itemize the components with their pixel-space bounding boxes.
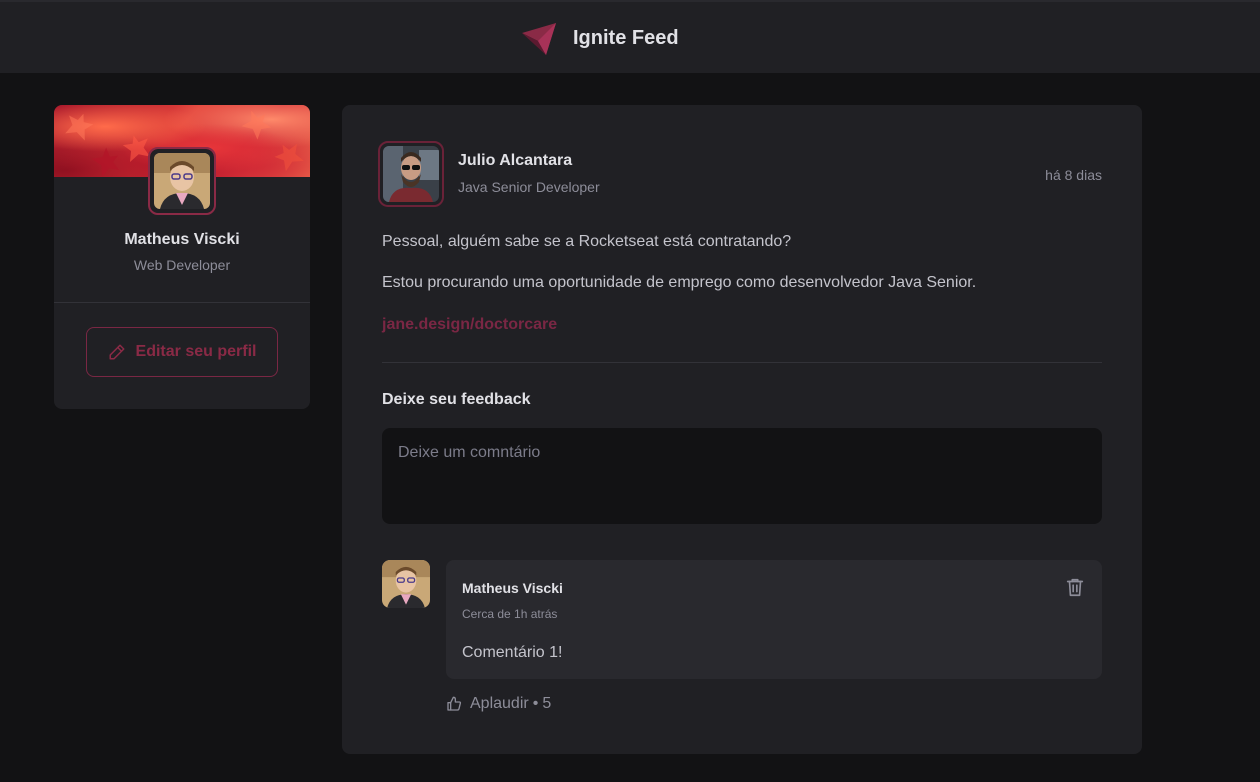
post-paragraph: Pessoal, alguém sabe se a Rocketseat est… bbox=[382, 233, 792, 250]
post-author-role: Java Senior Developer bbox=[458, 179, 600, 195]
comment-box: Matheus Viscki Cerca de 1h atrás Comentá… bbox=[446, 560, 1102, 679]
post-author-avatar[interactable] bbox=[378, 141, 444, 207]
post-paragraph: Estou procurando uma oportunidade de emp… bbox=[382, 274, 977, 291]
applaud-label: Aplaudir bbox=[470, 695, 529, 712]
comment-input[interactable] bbox=[382, 428, 1102, 524]
post-divider bbox=[382, 362, 1102, 363]
applaud-button[interactable]: Aplaudir • 5 bbox=[446, 695, 551, 713]
feedback-title: Deixe seu feedback bbox=[382, 391, 531, 408]
comment-author-name: Matheus Viscki bbox=[462, 580, 563, 596]
profile-avatar[interactable] bbox=[148, 147, 216, 215]
post-link[interactable]: jane.design/doctorcare bbox=[382, 316, 557, 334]
profile-name: Matheus Viscki bbox=[124, 231, 240, 248]
post-timestamp: há 8 dias bbox=[1045, 167, 1102, 183]
comment-author-avatar[interactable] bbox=[382, 560, 430, 608]
app-title: Ignite Feed bbox=[573, 27, 679, 49]
ignite-logo-icon bbox=[522, 23, 556, 55]
profile-role: Web Developer bbox=[133, 257, 231, 273]
edit-profile-label: Editar seu perfil bbox=[135, 343, 257, 360]
author-portrait-icon bbox=[383, 146, 439, 202]
thumbs-up-icon bbox=[447, 696, 462, 711]
edit-profile-button[interactable]: Editar seu perfil bbox=[86, 327, 278, 377]
post-card: Julio Alcantara Java Senior Developer há… bbox=[342, 105, 1142, 754]
applaud-count: 5 bbox=[542, 695, 552, 712]
user-portrait-icon bbox=[382, 560, 430, 608]
comment-text: Comentário 1! bbox=[462, 644, 563, 661]
app-header: Ignite Feed bbox=[0, 0, 1260, 73]
pencil-icon bbox=[109, 344, 125, 360]
applaud-separator: • bbox=[532, 695, 539, 712]
profile-sidebar: Matheus Viscki Web Developer Editar seu … bbox=[54, 105, 310, 409]
comment-timestamp: Cerca de 1h atrás bbox=[462, 607, 558, 621]
sidebar-divider bbox=[54, 302, 310, 303]
trash-icon[interactable] bbox=[1064, 576, 1086, 598]
post-author-name[interactable]: Julio Alcantara bbox=[458, 152, 572, 170]
user-portrait-icon bbox=[154, 153, 210, 209]
